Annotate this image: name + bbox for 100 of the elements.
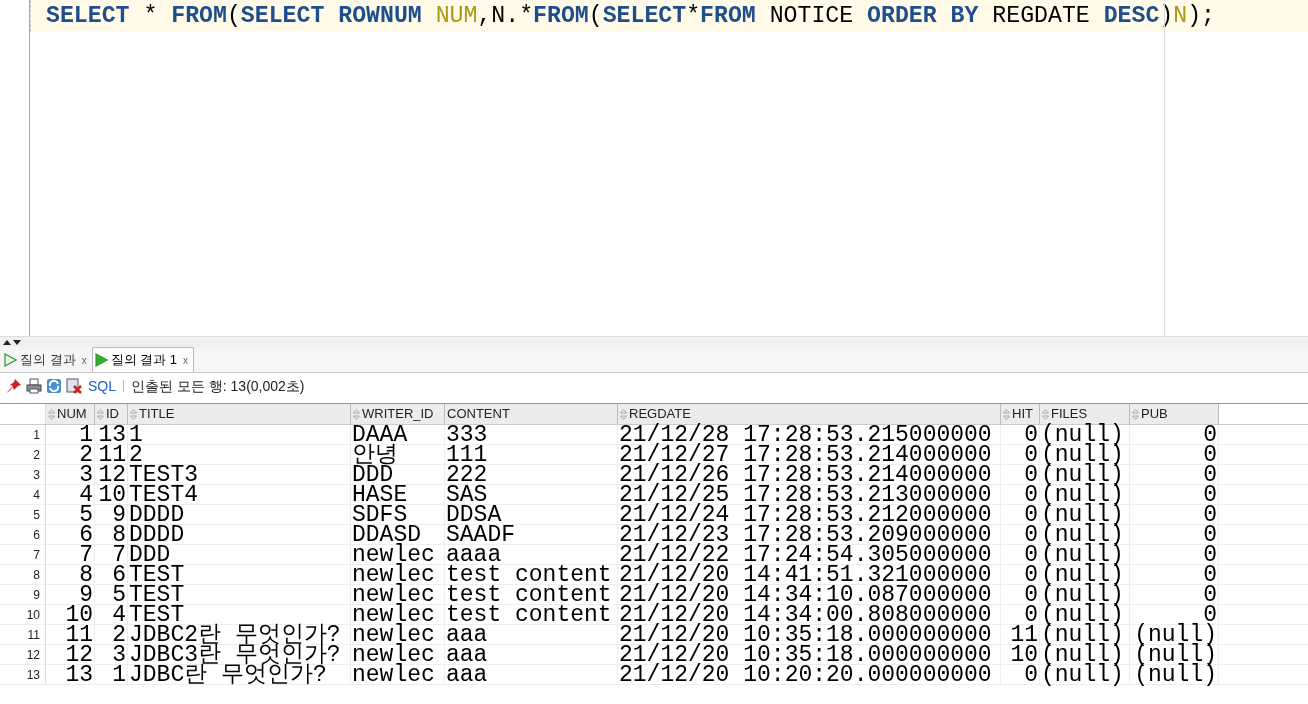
pin-icon[interactable]	[6, 378, 22, 394]
table-cell: newlec	[351, 625, 445, 644]
row-number: 4	[0, 485, 46, 504]
table-cell: JDBC3란 무엇인가?	[128, 645, 351, 664]
table-cell: 3	[95, 645, 128, 664]
table-cell: (null)	[1040, 425, 1130, 444]
play-icon	[4, 353, 17, 367]
header-label: CONTENT	[447, 405, 510, 424]
header-label: NUM	[57, 405, 87, 424]
table-cell: 21/12/26 17:28:53.214000000	[618, 465, 1001, 484]
table-cell: 111	[445, 445, 618, 464]
close-button[interactable]: x	[180, 352, 192, 368]
table-cell: 0	[1001, 545, 1040, 564]
row-number: 8	[0, 565, 46, 584]
table-cell: 21/12/28 17:28:53.215000000	[618, 425, 1001, 444]
table-cell: 5	[46, 505, 95, 524]
row-number: 11	[0, 625, 46, 644]
table-cell: 0	[1001, 425, 1040, 444]
table-cell: 13	[46, 665, 95, 684]
play-icon	[94, 353, 108, 367]
splitter-arrows-icon[interactable]	[3, 338, 21, 346]
row-number: 9	[0, 585, 46, 604]
table-cell: JDBC2란 무엇인가?	[128, 625, 351, 644]
table-cell: 0	[1001, 445, 1040, 464]
table-cell: 21/12/22 17:24:54.305000000	[618, 545, 1001, 564]
header-label: FILES	[1051, 405, 1088, 423]
table-cell: 21/12/27 17:28:53.214000000	[618, 445, 1001, 464]
table-cell: 안녕	[351, 445, 445, 464]
table-cell: TEST	[128, 585, 351, 604]
column-header[interactable]: WRITER_ID	[351, 404, 445, 424]
table-cell: 9	[95, 505, 128, 524]
clear-icon[interactable]	[66, 378, 82, 394]
column-header[interactable]: CONTENT	[445, 404, 618, 424]
column-header[interactable]: FILES	[1040, 404, 1130, 424]
column-header[interactable]: ID	[95, 404, 128, 424]
table-cell: aaaa	[445, 545, 618, 564]
table-cell: 7	[46, 545, 95, 564]
fetch-status: 인출된 모든 행: 13(0,002초)	[131, 376, 305, 396]
table-cell: newlec	[351, 665, 445, 684]
table-cell: newlec	[351, 545, 445, 564]
table-cell: 0	[1130, 465, 1219, 484]
table-cell: 21/12/20 14:34:00.808000000	[618, 605, 1001, 624]
table-cell: TEST	[128, 605, 351, 624]
table-cell: 9	[46, 585, 95, 604]
row-number: 10	[0, 605, 46, 624]
sql-link[interactable]: SQL	[88, 375, 116, 397]
table-cell: (null)	[1040, 465, 1130, 484]
column-header[interactable]: HIT	[1001, 404, 1040, 424]
row-number: 1	[0, 425, 46, 444]
table-cell: 1	[128, 425, 351, 444]
table-cell: TEST	[128, 565, 351, 584]
table-cell: DAAA	[351, 425, 445, 444]
table-cell: 0	[1001, 665, 1040, 684]
column-header[interactable]: REGDATE	[618, 404, 1001, 424]
table-cell: DDSA	[445, 505, 618, 524]
sort-icon	[1132, 408, 1139, 420]
table-cell: newlec	[351, 605, 445, 624]
table-cell: 0	[1130, 545, 1219, 564]
sort-icon	[97, 408, 104, 420]
table-cell: 21/12/25 17:28:53.213000000	[618, 485, 1001, 504]
table-cell: newlec	[351, 565, 445, 584]
refresh-icon[interactable]	[46, 378, 62, 394]
result-tab[interactable]: 질의 결과 x	[2, 348, 92, 372]
table-cell: 21/12/20 10:20:20.000000000	[618, 665, 1001, 684]
table-cell: DDDD	[128, 505, 351, 524]
row-number: 5	[0, 505, 46, 524]
result-tab[interactable]: 질의 결과 1 x	[91, 347, 195, 372]
table-cell: 0	[1130, 485, 1219, 504]
close-button[interactable]: x	[78, 352, 90, 368]
table-cell: DDD	[128, 545, 351, 564]
header-label: PUB	[1141, 405, 1168, 424]
table-cell: test content	[445, 605, 618, 624]
sort-icon	[48, 408, 55, 420]
table-cell: test content	[445, 585, 618, 604]
column-header[interactable]: PUB	[1130, 404, 1219, 424]
column-header[interactable]: TITLE	[128, 404, 351, 424]
sort-icon	[353, 408, 360, 420]
table-cell: aaa	[445, 645, 618, 664]
table-cell: TEST4	[128, 485, 351, 504]
table-cell: 0	[1001, 605, 1040, 624]
table-cell: TEST3	[128, 465, 351, 484]
table-cell: SAADF	[445, 525, 618, 544]
table-cell: 0	[1130, 605, 1219, 624]
table-cell: 7	[95, 545, 128, 564]
table-cell: 0	[1130, 565, 1219, 584]
table-cell: 10	[46, 605, 95, 624]
table-cell: (null)	[1040, 645, 1130, 664]
tab-label: 질의 결과	[20, 351, 76, 370]
print-icon[interactable]	[26, 378, 42, 394]
table-cell: 1	[46, 425, 95, 444]
table-cell: 4	[95, 605, 128, 624]
table-cell: (null)	[1130, 665, 1219, 684]
table-cell: 2	[95, 625, 128, 644]
row-number: 6	[0, 525, 46, 544]
table-cell: 0	[1130, 505, 1219, 524]
table-cell: (null)	[1040, 625, 1130, 644]
table-cell: 11	[46, 625, 95, 644]
table-cell: 0	[1001, 565, 1040, 584]
table-cell: 222	[445, 465, 618, 484]
column-header[interactable]: NUM	[46, 404, 95, 424]
